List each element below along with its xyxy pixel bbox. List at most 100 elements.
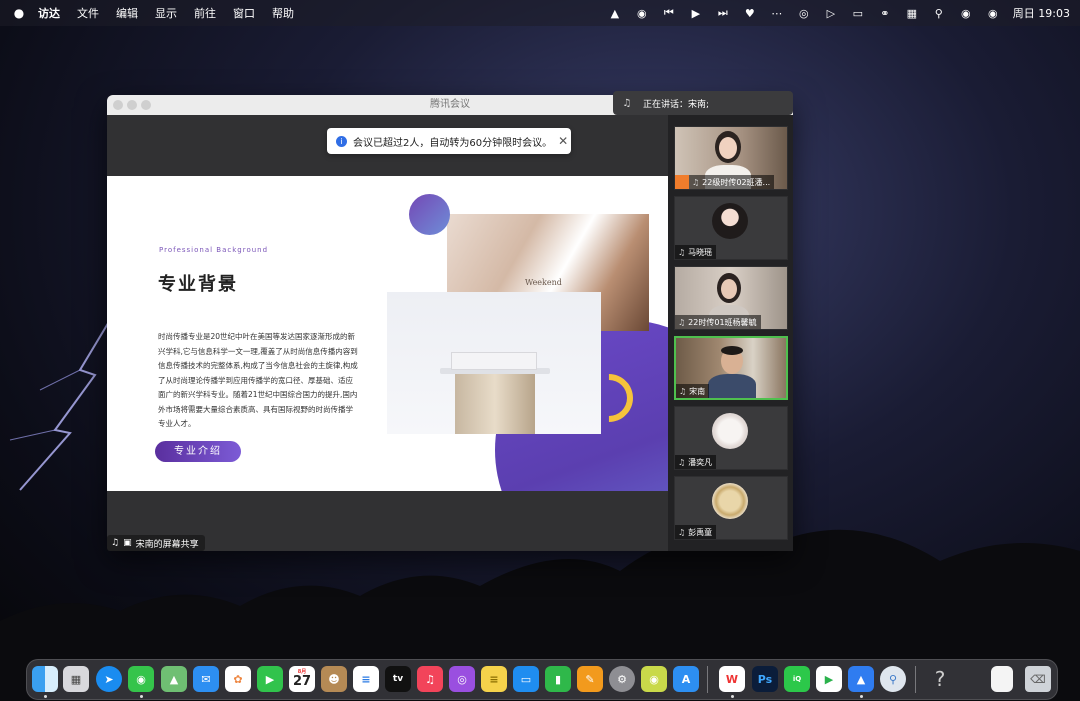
participant-name: ♫ 22级时传02班潘...: [689, 175, 775, 189]
document-icon[interactable]: [991, 666, 1013, 692]
video-player-icon[interactable]: ▶: [816, 666, 842, 692]
airdrop-icon[interactable]: ◎: [797, 6, 811, 20]
play-icon[interactable]: ▶: [689, 6, 703, 20]
participant-name-text: 22时传01班杨馨毓: [688, 317, 757, 327]
microphone-icon: ♫: [111, 538, 120, 548]
pages-icon[interactable]: ✎: [577, 666, 603, 692]
dock: ▦ ➤ ◉ ▲ ✉ ✿ ▶ 8月 27 ☻ ≡ tv ♫ ◎ ≡ ▭ ▮ ✎ ⚙…: [26, 659, 1058, 700]
menu-window[interactable]: 窗口: [233, 5, 255, 21]
battery-icon[interactable]: ▭: [851, 6, 865, 20]
mail-icon[interactable]: ✉: [193, 666, 219, 692]
slide-heading: 专业背景: [158, 274, 238, 295]
menu-help[interactable]: 帮助: [272, 5, 294, 21]
numbers-icon[interactable]: ▮: [545, 666, 571, 692]
menu-bar: ● 访达 文件 编辑 显示 前往 窗口 帮助 ▲ ◉ ⏮ ▶ ⏭ ♥ ⋯ ◎ ▷…: [0, 0, 1080, 26]
safari-icon[interactable]: ➤: [96, 666, 122, 692]
screen-share-label: ♫ ▣ 宋南的屏幕共享: [107, 535, 205, 551]
facetime-icon[interactable]: ▶: [257, 666, 283, 692]
participant-tile[interactable]: ♫ 潘奕凡: [674, 406, 788, 470]
apple-menu-icon[interactable]: ●: [12, 6, 26, 20]
search-icon[interactable]: ⚲: [932, 6, 946, 20]
contacts-icon[interactable]: ☻: [321, 666, 347, 692]
participant-name-text: 马晓瑶: [688, 247, 713, 257]
participant-tile[interactable]: ♫ 马晓瑶: [674, 196, 788, 260]
close-window-button[interactable]: [113, 100, 123, 110]
tv-icon[interactable]: tv: [385, 666, 411, 692]
photoshop-icon[interactable]: Ps: [752, 666, 778, 692]
running-indicator: [140, 695, 143, 698]
help-icon[interactable]: ?: [927, 666, 953, 692]
zoom-window-button[interactable]: [141, 100, 151, 110]
menu-dots-icon[interactable]: ⋯: [770, 6, 784, 20]
music-icon[interactable]: ♫: [417, 666, 443, 692]
participant-tile-active-speaker[interactable]: ♫ 宋南: [674, 336, 788, 400]
microphone-icon: ♫: [678, 317, 686, 327]
running-indicator: [860, 695, 863, 698]
microphone-icon: ♫: [622, 97, 632, 109]
screen-share-icon: ▣: [123, 538, 132, 548]
menu-file[interactable]: 文件: [77, 5, 99, 21]
trash-icon[interactable]: ⌫: [1025, 666, 1051, 692]
dock-separator: [707, 666, 708, 693]
dock-separator: [915, 666, 916, 693]
participant-tile[interactable]: ♫ 22时传01班杨馨毓: [674, 266, 788, 330]
books-image: [451, 352, 537, 370]
close-toast-icon[interactable]: ✕: [558, 134, 568, 148]
microphone-icon: ♫: [678, 247, 686, 257]
participant-name: ♫ 宋南: [676, 384, 710, 398]
microphone-icon: ♫: [679, 386, 687, 396]
minimize-window-button[interactable]: [127, 100, 137, 110]
screen-share-label-text: 宋南的屏幕共享: [135, 539, 199, 550]
keynote-icon[interactable]: ▭: [513, 666, 539, 692]
siri-icon[interactable]: ◉: [986, 6, 1000, 20]
reminders-icon[interactable]: ≡: [353, 666, 379, 692]
podcasts-icon[interactable]: ◎: [449, 666, 475, 692]
photos-icon[interactable]: ✿: [225, 666, 251, 692]
menu-view[interactable]: 显示: [155, 5, 177, 21]
calendar-icon[interactable]: 8月 27: [289, 666, 315, 692]
menubar-clock[interactable]: 周日 19:03: [1013, 5, 1070, 21]
next-track-icon[interactable]: ⏭: [716, 6, 730, 20]
camera-status-icon[interactable]: ◉: [635, 6, 649, 20]
participant-name-text: 潘奕凡: [688, 457, 713, 467]
menu-edit[interactable]: 编辑: [116, 5, 138, 21]
running-indicator: [731, 695, 734, 698]
host-icon: [675, 175, 689, 189]
wechat-icon[interactable]: ◉: [641, 666, 667, 692]
iqiyi-icon[interactable]: iQ: [784, 666, 810, 692]
status-area: ▲ ◉ ⏮ ▶ ⏭ ♥ ⋯ ◎ ▷ ▭ ⚭ ▦ ⚲ ◉ ◉ 周日 19:03: [608, 0, 1070, 26]
messages-icon[interactable]: ◉: [128, 666, 154, 692]
participant-name-text: 彭禹童: [688, 527, 713, 537]
menu-go[interactable]: 前往: [194, 5, 216, 21]
participant-tile[interactable]: ♫ 22级时传02班潘...: [674, 126, 788, 190]
tencent-meeting-icon[interactable]: ▲: [848, 666, 874, 692]
maps-icon[interactable]: ▲: [161, 666, 187, 692]
control-center-icon[interactable]: ◉: [959, 6, 973, 20]
participant-name: ♫ 22时传01班杨馨毓: [675, 315, 761, 329]
shared-slide: Weekend Professional Background 专业背景 时尚传…: [107, 176, 668, 491]
media-play-icon[interactable]: ▷: [824, 6, 838, 20]
preview-icon[interactable]: ⚲: [880, 666, 906, 692]
heart-icon[interactable]: ♥: [743, 6, 757, 20]
app-store-icon[interactable]: A: [673, 666, 699, 692]
microphone-icon: ♫: [692, 177, 700, 187]
finder-icon[interactable]: [32, 666, 58, 692]
participant-avatar: [712, 483, 748, 519]
launchpad-icon[interactable]: ▦: [63, 666, 89, 692]
slide-subtitle: Professional Background: [159, 246, 269, 254]
input-method-icon[interactable]: ▦: [905, 6, 919, 20]
toast-message: 会议已超过2人，自动转为60分钟限时会议。: [353, 137, 553, 149]
link-icon[interactable]: ⚭: [878, 6, 892, 20]
menu-app-name[interactable]: 访达: [38, 5, 60, 21]
notes-icon[interactable]: ≡: [481, 666, 507, 692]
system-preferences-icon[interactable]: ⚙: [609, 666, 635, 692]
meeting-status-icon[interactable]: ▲: [608, 6, 622, 20]
participant-panel: ♫ 22级时传02班潘... ♫ 马晓瑶 ♫ 22时传01班杨馨毓 ♫ 宋南 ♫…: [668, 115, 793, 551]
speaking-text: 正在讲话：宋南;: [643, 99, 710, 110]
participant-avatar: [712, 413, 748, 449]
participant-tile[interactable]: ♫ 彭禹童: [674, 476, 788, 540]
speaking-indicator: ♫ 正在讲话：宋南;: [613, 91, 793, 115]
previous-track-icon[interactable]: ⏮: [662, 6, 676, 20]
wps-icon[interactable]: W: [719, 666, 745, 692]
window-title: 腾讯会议: [430, 99, 470, 110]
